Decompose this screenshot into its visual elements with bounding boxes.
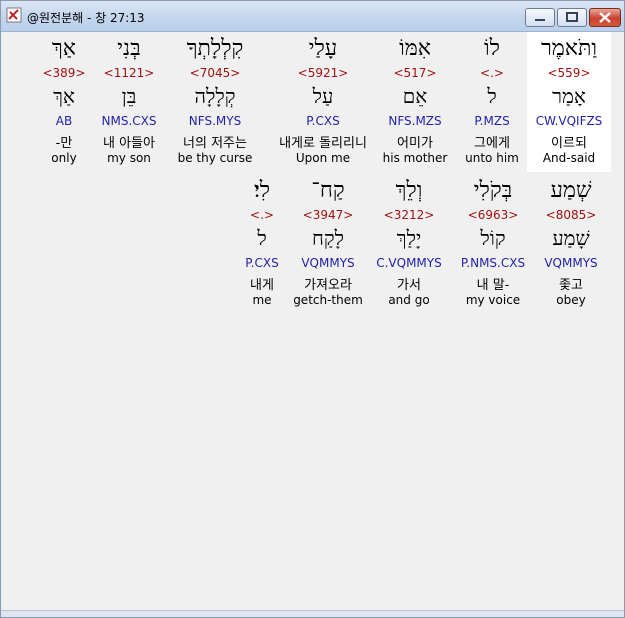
english-gloss: getch-them (293, 293, 363, 307)
english-gloss: be thy curse (177, 151, 253, 165)
morphology-code: VQMMYS (544, 256, 598, 270)
hebrew-word: וְלֵךְ (395, 178, 423, 203)
strong-number[interactable]: <389> (35, 66, 93, 80)
morphology-code: AB (55, 114, 73, 128)
hebrew-word: קִלְלָתְךָ (186, 36, 244, 61)
morphology-code: VQMMYS (301, 256, 355, 270)
english-gloss: my son (107, 151, 151, 165)
interlinear-panel: וַתֹּאמֶר <559> אָמַר CW.VQIFZS 이르되 And-… (3, 32, 622, 612)
hebrew-word: קַח־ (311, 178, 345, 203)
english-gloss: and go (388, 293, 430, 307)
strong-number[interactable]: <7045> (167, 66, 263, 80)
english-gloss: me (252, 293, 272, 307)
english-gloss: unto him (465, 151, 519, 165)
morphology-code: C.VQMMYS (376, 256, 442, 270)
morphology-code: P.CXS (245, 256, 279, 270)
strong-number[interactable]: <559> (527, 66, 611, 80)
close-button[interactable] (589, 8, 621, 27)
word-card[interactable]: עָלַי <5921> עַל P.CXS 내게로 돌리리니 Upon me (261, 32, 385, 172)
strong-number[interactable]: <8085> (533, 208, 609, 222)
korean-gloss: 그에게 (474, 136, 510, 151)
korean-gloss: 어미가 (397, 136, 433, 151)
hebrew-word: בְּנִי (117, 36, 141, 61)
minimize-icon (535, 19, 545, 21)
morphology-code: P.MZS (474, 114, 510, 128)
hebrew-word: לוֹ (484, 36, 500, 61)
strong-number[interactable]: <5921> (261, 66, 385, 80)
morphology-code: CW.VQIFZS (535, 114, 603, 128)
maximize-button[interactable] (557, 8, 587, 27)
word-card[interactable]: שְׁמַע <8085> שָׁמַע VQMMYS 좇고 obey (533, 174, 609, 314)
strong-number[interactable]: <6963> (451, 208, 535, 222)
word-card[interactable]: קִלְלָתְךָ <7045> קְלָלָה NFS.MYS 너의 저주는… (167, 32, 263, 172)
korean-gloss: -만 (55, 136, 73, 151)
word-card[interactable]: בְּנִי <1121> בֵּן NMS.CXS 내 아들아 my son (91, 32, 167, 172)
english-gloss: And-said (542, 151, 596, 165)
hebrew-word: שְׁמַע (550, 178, 592, 203)
hebrew-lemma: קְלָלָה (194, 84, 236, 108)
korean-gloss: 내게 (250, 278, 274, 293)
hebrew-lemma: ל (257, 226, 267, 250)
morphology-code: P.CXS (306, 114, 340, 128)
hebrew-word: וַתֹּאמֶר (540, 36, 598, 61)
word-card[interactable]: לוֹ <.> ל P.MZS 그에게 unto him (450, 32, 534, 172)
close-icon (599, 12, 611, 23)
minimize-button[interactable] (525, 8, 555, 27)
word-card[interactable]: אִמּוֹ <517> אֵם NFS.MZS 어미가 his mother (373, 32, 457, 172)
korean-gloss: 가져오라 (304, 278, 352, 293)
hebrew-word: אַךְ (51, 36, 76, 61)
window-title: @원전분해 - 창 27:13 (27, 11, 145, 25)
english-gloss: his mother (382, 151, 448, 165)
hebrew-word: עָלַי (308, 36, 338, 61)
korean-gloss: 이르되 (551, 136, 587, 151)
hebrew-word: לִי׃ (253, 178, 271, 203)
english-gloss: only (51, 151, 77, 165)
maximize-icon (566, 12, 578, 22)
morphology-code: NFS.MZS (388, 114, 442, 128)
hebrew-lemma: קוֹל (480, 226, 506, 250)
english-gloss: obey (556, 293, 586, 307)
word-card[interactable]: קַח־ <3947> לָקַח VQMMYS 가져오라 getch-them (289, 174, 367, 314)
app-icon[interactable] (6, 7, 22, 23)
strong-number[interactable]: <517> (373, 66, 457, 80)
hebrew-word: בְּקֹלִי (473, 178, 513, 203)
word-card[interactable]: אַךְ <389> אַךְ AB -만 only (35, 32, 93, 172)
english-gloss: Upon me (295, 151, 351, 165)
strong-number[interactable]: <3947> (289, 208, 367, 222)
hebrew-lemma: עַל (312, 84, 334, 108)
hebrew-lemma: אֵם (402, 84, 428, 108)
korean-gloss: 내 말- (476, 278, 510, 293)
korean-gloss: 내 아들아 (103, 136, 155, 151)
morphology-code: NMS.CXS (101, 114, 157, 128)
korean-gloss: 너의 저주는 (183, 136, 247, 151)
hebrew-lemma: בֵּן (121, 84, 137, 108)
hebrew-word: אִמּוֹ (399, 36, 431, 61)
strong-number[interactable]: <.> (450, 66, 534, 80)
word-card[interactable]: לִי׃ <.> ל P.CXS 내게 me (235, 174, 289, 314)
word-card-selected[interactable]: וַתֹּאמֶר <559> אָמַר CW.VQIFZS 이르되 And-… (527, 32, 611, 172)
hebrew-lemma: יָלַךְ (396, 226, 422, 250)
word-card[interactable]: בְּקֹלִי <6963> קוֹל P.NMS.CXS 내 말- my v… (451, 174, 535, 314)
english-gloss: my voice (465, 293, 521, 307)
morphology-code: P.NMS.CXS (460, 256, 526, 270)
app-window: @원전분해 - 창 27:13 וַתֹּאמֶר <559> אָמַר CW… (0, 0, 625, 618)
hebrew-lemma: ל (487, 84, 497, 108)
hebrew-lemma: שָׁמַע (552, 226, 590, 250)
strong-number[interactable]: <3212> (369, 208, 449, 222)
morphology-code: NFS.MYS (188, 114, 242, 128)
korean-gloss: 내게로 돌리리니 (279, 136, 367, 151)
hebrew-lemma: אָמַר (552, 84, 586, 108)
word-card[interactable]: וְלֵךְ <3212> יָלַךְ C.VQMMYS 가서 and go (369, 174, 449, 314)
strong-number[interactable]: <1121> (91, 66, 167, 80)
hebrew-lemma: לָקַח (312, 226, 344, 250)
korean-gloss: 좇고 (559, 278, 583, 293)
korean-gloss: 가서 (397, 278, 421, 293)
title-bar[interactable]: @원전분해 - 창 27:13 (1, 1, 624, 32)
hebrew-lemma: אַךְ (53, 84, 75, 108)
window-bottom-border (1, 610, 624, 617)
strong-number[interactable]: <.> (235, 208, 289, 222)
